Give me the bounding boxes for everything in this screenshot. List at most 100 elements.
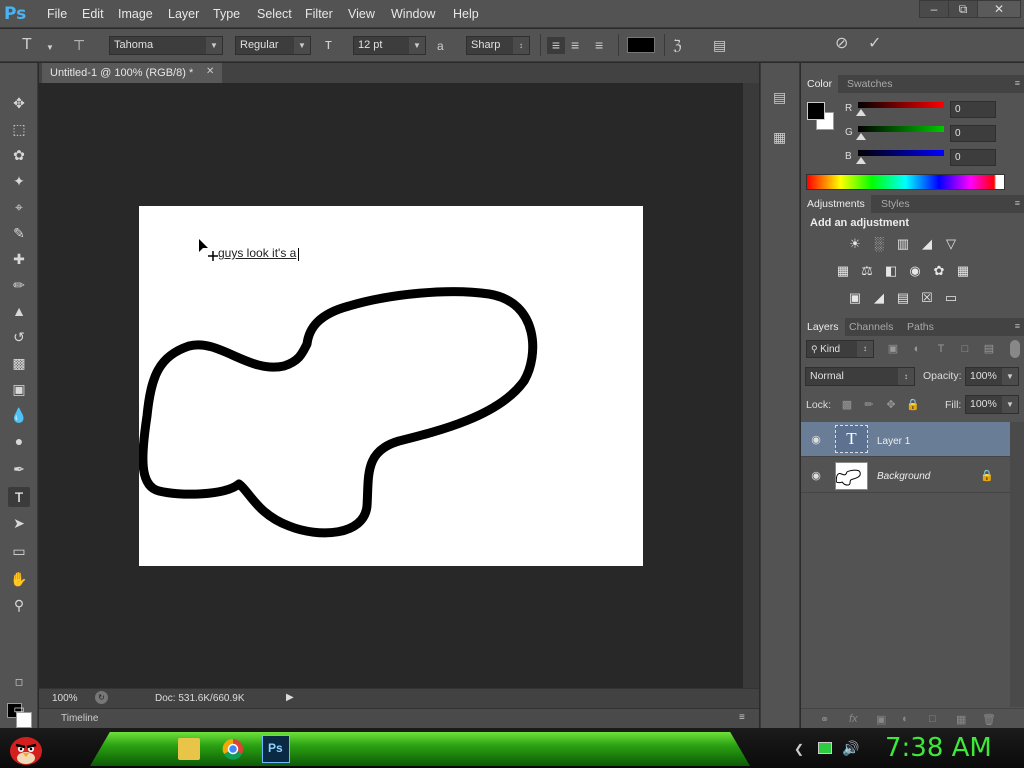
- delete-layer-icon[interactable]: 🗑: [982, 713, 996, 726]
- menu-window[interactable]: Window: [391, 7, 435, 21]
- panel-menu-icon[interactable]: ≡: [1015, 78, 1020, 88]
- filter-smart-object-icon[interactable]: ▤: [981, 342, 997, 356]
- levels-icon[interactable]: ░: [871, 237, 887, 251]
- marquee-tool-icon[interactable]: ⬚: [8, 119, 30, 139]
- eye-icon[interactable]: ◉: [808, 469, 824, 483]
- history-panel-icon[interactable]: ▤: [773, 89, 786, 106]
- lock-position-icon[interactable]: ✥: [883, 398, 899, 412]
- eyedropper-tool-icon[interactable]: ✎: [8, 223, 30, 243]
- tray-expand-icon[interactable]: ❮: [794, 742, 804, 756]
- threshold-icon[interactable]: ▤: [895, 291, 911, 305]
- panel-menu-icon[interactable]: ≡: [1015, 198, 1020, 208]
- curves-icon[interactable]: ▥: [895, 237, 911, 251]
- healing-brush-tool-icon[interactable]: ✚: [8, 249, 30, 269]
- move-tool-icon[interactable]: ✥: [8, 93, 30, 113]
- status-menu-arrow-icon[interactable]: ▶: [286, 692, 294, 703]
- panel-menu-icon[interactable]: ≡: [1015, 321, 1020, 331]
- properties-panel-icon[interactable]: ▦: [773, 129, 786, 146]
- color-spectrum-bar[interactable]: [806, 174, 1005, 190]
- path-select-tool-icon[interactable]: ➤: [8, 513, 30, 533]
- hand-tool-icon[interactable]: ✋: [8, 569, 30, 589]
- pen-tool-icon[interactable]: ✒: [8, 459, 30, 479]
- tool-preset-dropdown-icon[interactable]: ▼: [46, 40, 54, 56]
- screen-mode-icon[interactable]: ▭: [8, 699, 30, 719]
- menu-help[interactable]: Help: [453, 7, 479, 21]
- commit-edit-icon[interactable]: ✓: [868, 36, 881, 52]
- timeline-tab[interactable]: Timeline: [61, 713, 98, 724]
- quick-select-tool-icon[interactable]: ✦: [8, 171, 30, 191]
- dodge-tool-icon[interactable]: ●: [8, 431, 30, 451]
- text-orientation-icon[interactable]: ⊤: [73, 37, 85, 53]
- zoom-tool-icon[interactable]: ⚲: [8, 595, 30, 615]
- foreground-color-chip[interactable]: [807, 102, 825, 120]
- tab-channels[interactable]: Channels: [843, 318, 899, 336]
- tab-layers[interactable]: Layers: [801, 318, 845, 336]
- canvas-text-layer[interactable]: guys look it's a: [218, 246, 296, 260]
- crop-tool-icon[interactable]: ⌖: [8, 197, 30, 217]
- anti-alias-select[interactable]: Sharp ↕: [466, 36, 530, 55]
- font-style-select[interactable]: Regular ▼: [235, 36, 311, 55]
- align-center-icon[interactable]: ≡: [571, 37, 579, 53]
- close-window-button[interactable]: ✕: [977, 0, 1021, 18]
- menu-file[interactable]: File: [47, 7, 67, 21]
- menu-select[interactable]: Select: [257, 7, 292, 21]
- filter-shape-icon[interactable]: □: [957, 342, 973, 356]
- layer-filter-select[interactable]: ⚲ Kind ↕: [806, 340, 874, 358]
- brush-tool-icon[interactable]: ✏: [8, 275, 30, 295]
- black-white-icon[interactable]: ◧: [883, 264, 899, 278]
- tab-styles[interactable]: Styles: [875, 195, 916, 213]
- filter-adjustment-icon[interactable]: ◐: [909, 342, 925, 356]
- volume-icon[interactable]: 🔊: [842, 740, 859, 757]
- channel-mixer-icon[interactable]: ✿: [931, 264, 947, 278]
- quick-mask-icon[interactable]: ◻: [8, 673, 30, 693]
- gradient-tool-icon[interactable]: ▣: [8, 379, 30, 399]
- layer-name[interactable]: Background: [877, 471, 930, 482]
- start-button[interactable]: [6, 729, 46, 767]
- align-right-icon[interactable]: ≡: [595, 37, 603, 53]
- photo-filter-icon[interactable]: ◉: [907, 264, 923, 278]
- timeline-menu-icon[interactable]: ≡: [739, 712, 745, 723]
- text-color-swatch[interactable]: [627, 37, 655, 53]
- layer-style-icon[interactable]: fx: [849, 713, 858, 725]
- blur-tool-icon[interactable]: 💧: [8, 405, 30, 425]
- chrome-icon[interactable]: [222, 738, 244, 760]
- vertical-scrollbar[interactable]: [743, 83, 759, 688]
- history-brush-tool-icon[interactable]: ↺: [8, 327, 30, 347]
- menu-layer[interactable]: Layer: [168, 7, 199, 21]
- color-lookup-icon[interactable]: ▦: [955, 264, 971, 278]
- lock-pixels-icon[interactable]: ✏: [861, 398, 877, 412]
- exposure-icon[interactable]: ◢: [919, 237, 935, 251]
- red-slider[interactable]: [858, 102, 944, 108]
- lock-all-icon[interactable]: 🔒: [905, 398, 921, 412]
- link-layers-icon[interactable]: ⚭: [820, 713, 829, 726]
- gradient-map-icon[interactable]: ▭: [943, 291, 959, 305]
- color-balance-icon[interactable]: ⚖: [859, 264, 875, 278]
- green-value-field[interactable]: 0: [950, 125, 996, 142]
- cancel-edit-icon[interactable]: ⊘: [835, 36, 848, 52]
- vibrance-icon[interactable]: ▽: [943, 237, 959, 251]
- new-group-icon[interactable]: □: [929, 713, 936, 725]
- invert-icon[interactable]: ▣: [847, 291, 863, 305]
- new-layer-icon[interactable]: ▦: [956, 713, 966, 726]
- posterize-icon[interactable]: ◢: [871, 291, 887, 305]
- menu-type[interactable]: Type: [213, 7, 240, 21]
- green-slider-knob[interactable]: [856, 133, 866, 140]
- minimize-button[interactable]: –: [919, 0, 949, 18]
- document-tab[interactable]: Untitled-1 @ 100% (RGB/8) *: [42, 63, 222, 83]
- fill-field[interactable]: 100% ▼: [965, 395, 1019, 414]
- tab-color[interactable]: Color: [801, 75, 839, 93]
- red-value-field[interactable]: 0: [950, 101, 996, 118]
- restore-button[interactable]: ⧉: [948, 0, 978, 18]
- filter-toggle[interactable]: [1010, 340, 1020, 358]
- blue-slider[interactable]: [858, 150, 944, 156]
- filter-pixel-icon[interactable]: ▣: [885, 342, 901, 356]
- type-tool-icon[interactable]: T: [8, 487, 30, 507]
- align-left-icon[interactable]: ≡: [547, 37, 565, 54]
- tab-paths[interactable]: Paths: [901, 318, 940, 336]
- new-adjustment-icon[interactable]: ◐: [902, 713, 909, 725]
- clock[interactable]: 7:38 AM: [885, 733, 992, 763]
- filter-type-icon[interactable]: T: [933, 342, 949, 356]
- type-tool-icon[interactable]: T: [22, 37, 32, 53]
- brightness-icon[interactable]: ☀: [847, 237, 863, 251]
- menu-view[interactable]: View: [348, 7, 375, 21]
